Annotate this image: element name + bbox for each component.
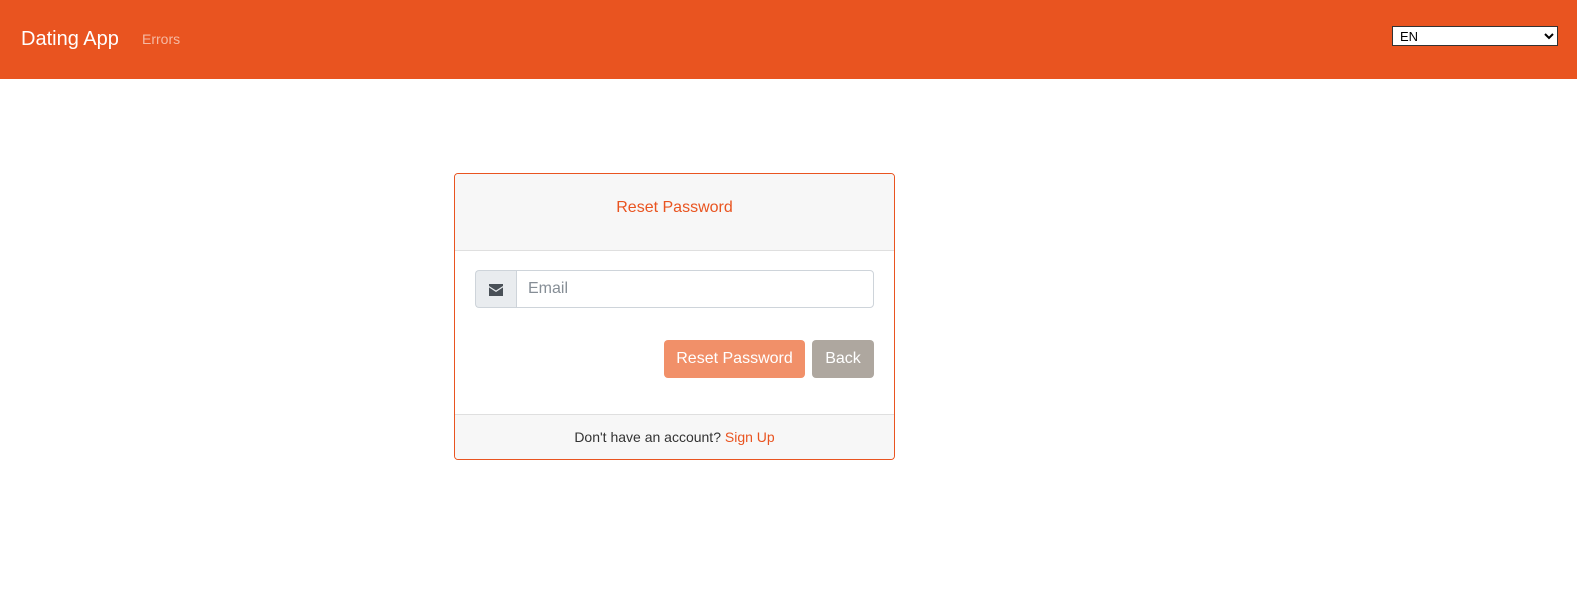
signup-prompt: Don't have an account? [574, 429, 721, 445]
card-title: Reset Password [616, 199, 733, 216]
nav-link-errors[interactable]: Errors [142, 30, 180, 48]
email-field[interactable] [516, 270, 874, 308]
language-select[interactable]: EN [1392, 26, 1558, 46]
email-input-group [475, 270, 874, 308]
back-button[interactable]: Back [812, 340, 874, 378]
brand-link[interactable]: Dating App [21, 26, 119, 52]
email-prepend [475, 270, 517, 308]
envelope-icon [489, 284, 503, 296]
top-navbar: Dating App Errors EN [0, 0, 1577, 79]
card-header: Reset Password [455, 174, 894, 251]
footer-text: Don't have an account? Sign Up [455, 428, 894, 446]
reset-password-button[interactable]: Reset Password [664, 340, 805, 378]
signup-link[interactable]: Sign Up [725, 429, 775, 445]
reset-password-card: Reset Password Reset Password Back Don't… [454, 173, 895, 460]
card-footer: Don't have an account? Sign Up [455, 414, 894, 459]
